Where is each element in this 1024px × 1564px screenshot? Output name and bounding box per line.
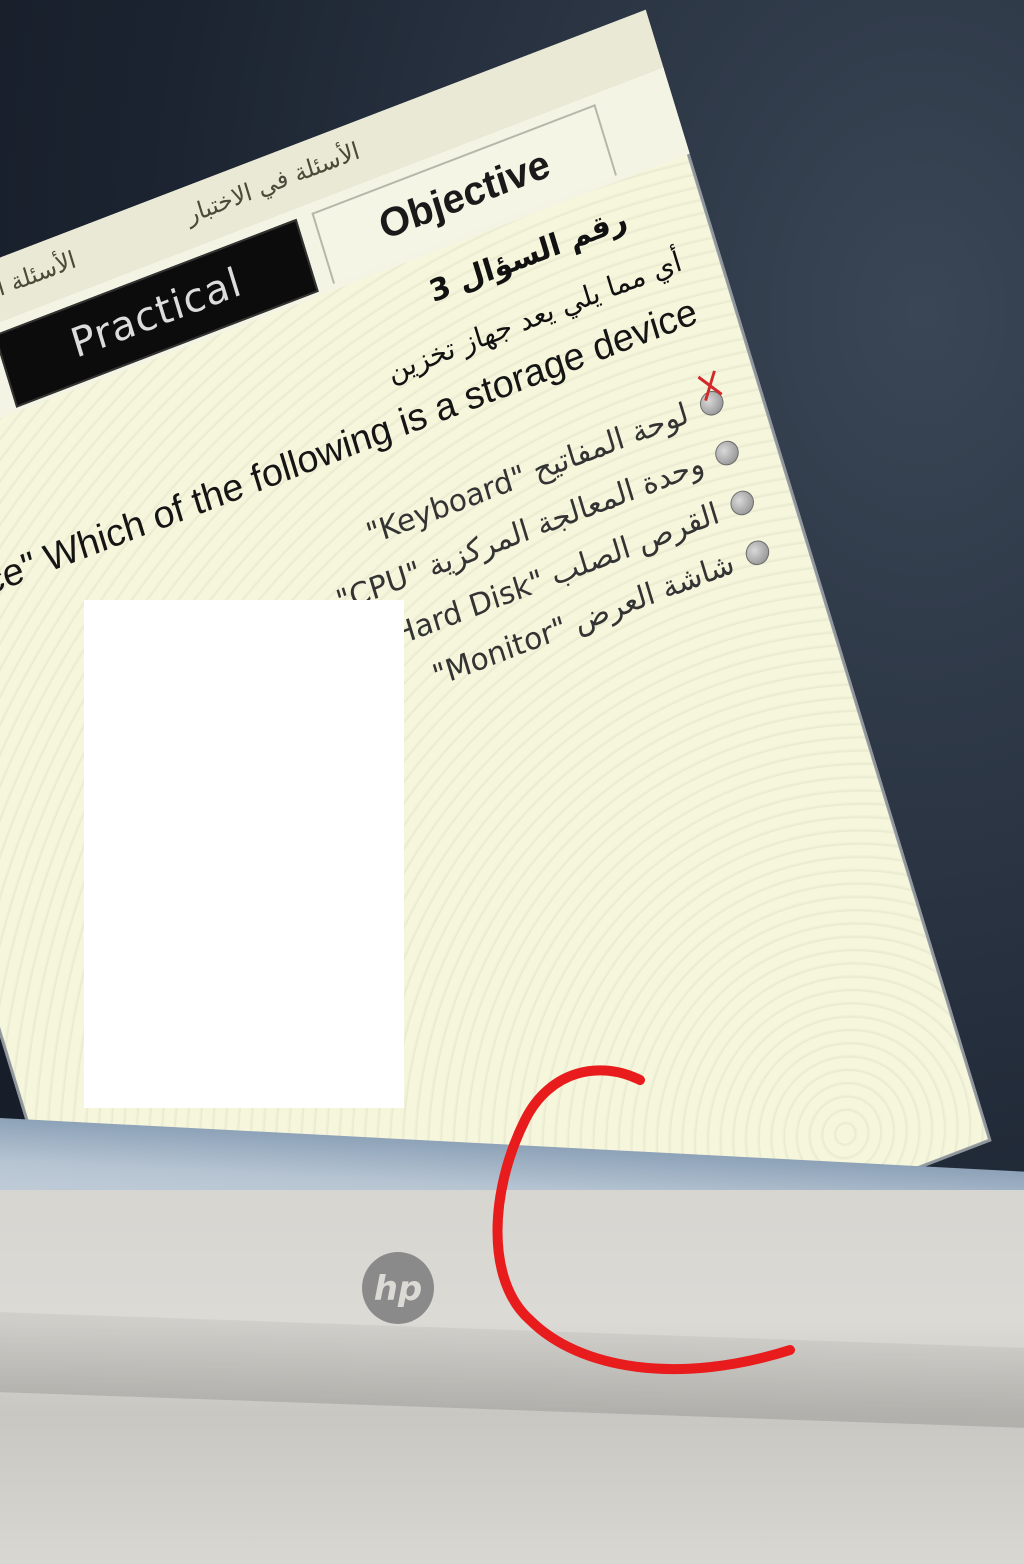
svg-text:hp: hp (374, 1269, 423, 1309)
radio-button[interactable] (712, 437, 742, 469)
hp-logo-icon: hp (362, 1252, 434, 1324)
radio-button[interactable] (727, 487, 757, 519)
redaction-block (84, 600, 404, 1108)
radio-button[interactable] (742, 536, 773, 569)
red-drawn-curve (492, 1065, 795, 1375)
